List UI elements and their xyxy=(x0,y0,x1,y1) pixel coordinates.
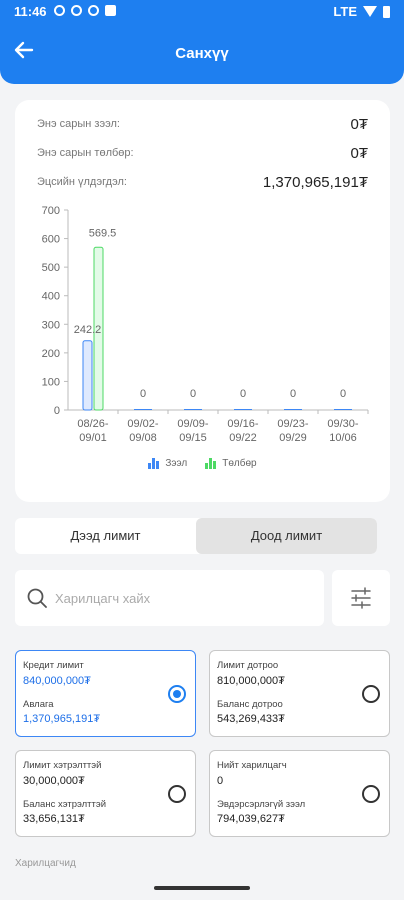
page-title: Санхүү xyxy=(175,45,229,62)
legend-label: Төлбөр xyxy=(222,458,257,469)
radio-button[interactable] xyxy=(168,785,186,803)
section-heading-cut: Харилцагчид xyxy=(15,858,76,869)
legend-item-loan: Зээл xyxy=(148,458,187,469)
info-icon xyxy=(54,5,65,16)
y-tick-label: 600 xyxy=(42,234,60,246)
finance-summary-card: Энэ сарын зээл: 0₮ Энэ сарын төлбөр: 0₮ … xyxy=(15,100,390,502)
data-label-zero: 0 xyxy=(290,388,296,400)
system-nav-bar xyxy=(0,876,404,900)
stat-label: Нийт харилцагч xyxy=(217,760,287,771)
stat-card-credit-limit[interactable]: Кредит лимит 840,000,000₮ Авлага 1,370,9… xyxy=(15,650,196,737)
bar-chart-icon xyxy=(148,458,160,469)
radio-button[interactable] xyxy=(168,685,186,703)
bar-zero xyxy=(134,409,152,410)
search-icon xyxy=(27,588,47,608)
y-tick-label: 400 xyxy=(42,291,60,303)
x-tick-label: 09/02- xyxy=(127,418,159,430)
stat-value: 810,000,000₮ xyxy=(217,675,285,687)
x-tick-label: 08/26- xyxy=(77,418,109,430)
y-tick-label: 200 xyxy=(42,348,60,360)
signal-icon xyxy=(363,6,377,17)
status-bar: 11:46 LTE xyxy=(0,0,404,24)
sliders-icon xyxy=(351,587,371,609)
notification-icons xyxy=(54,5,116,16)
x-tick-label: 09/01 xyxy=(79,432,107,444)
stat-value: 794,039,627₮ xyxy=(217,813,285,825)
stat-label: Кредит лимит xyxy=(23,660,84,671)
stat-card-within-limit[interactable]: Лимит дотроо 810,000,000₮ Баланс дотроо … xyxy=(209,650,390,737)
bar-zero xyxy=(334,409,352,410)
stat-label: Эвдэрсэрлэгүй зээл xyxy=(217,799,306,810)
limit-tabs: Дээд лимит Доод лимит xyxy=(15,518,377,554)
y-tick-label: 500 xyxy=(42,262,60,274)
stat-label: Авлага xyxy=(23,699,54,710)
stat-card-total-customers[interactable]: Нийт харилцагч 0 Эвдэрсэрлэгүй зээл 794,… xyxy=(209,750,390,837)
bar-zero xyxy=(284,409,302,410)
stat-value: 30,000,000₮ xyxy=(23,775,85,787)
x-tick-label: 09/30- xyxy=(327,418,359,430)
vpn-icon xyxy=(71,5,82,16)
x-tick-label: 09/23- xyxy=(277,418,309,430)
stat-label: Баланс хэтрэлттэй xyxy=(23,799,107,810)
x-tick-label: 09/29 xyxy=(279,432,307,444)
battery-icon xyxy=(383,5,390,18)
bar-zero xyxy=(184,409,202,410)
data-label-zero: 0 xyxy=(190,388,196,400)
y-tick-label: 100 xyxy=(42,376,60,388)
data-label-zero: 0 xyxy=(340,388,346,400)
weekly-bar-chart: 0 100 200 300 400 500 600 700 08/26- 09/01 242.2 56… xyxy=(42,205,369,444)
tab-upper-limit[interactable]: Дээд лимит xyxy=(15,518,196,554)
search-box xyxy=(15,570,324,626)
status-right: LTE xyxy=(333,4,390,19)
stat-value: 840,000,000₮ xyxy=(23,675,91,687)
app-header: 11:46 LTE Санхүү xyxy=(0,0,404,84)
search-input[interactable] xyxy=(55,570,315,626)
app-icon xyxy=(105,5,116,16)
y-tick-label: 0 xyxy=(54,405,60,417)
stat-value: 543,269,433₮ xyxy=(217,713,285,725)
chart-legend: Зээл Төлбөр xyxy=(15,458,390,469)
stat-label: Лимит хэтрэлттэй xyxy=(23,760,102,771)
stat-value: 1,370,965,191₮ xyxy=(23,713,101,725)
y-tick-label: 300 xyxy=(42,319,60,331)
stat-label: Лимит дотроо xyxy=(217,660,279,671)
data-label-loan: 242.2 xyxy=(74,324,102,336)
data-label-zero: 0 xyxy=(140,388,146,400)
data-label-zero: 0 xyxy=(240,388,246,400)
x-tick-label: 09/08 xyxy=(129,432,157,444)
x-tick-label: 09/22 xyxy=(229,432,257,444)
filter-button[interactable] xyxy=(332,570,390,626)
home-indicator[interactable] xyxy=(154,886,250,890)
bar-loan xyxy=(82,340,93,411)
legend-item-payment: Төлбөр xyxy=(205,458,257,469)
x-tick-label: 09/15 xyxy=(179,432,207,444)
data-label-payment: 569.5 xyxy=(89,227,117,239)
bar-chart-icon xyxy=(205,458,217,469)
radio-button[interactable] xyxy=(362,685,380,703)
network-type: LTE xyxy=(333,4,357,19)
x-tick-label: 10/06 xyxy=(329,432,357,444)
stat-label: Баланс дотроо xyxy=(217,699,283,710)
x-tick-label: 09/09- xyxy=(177,418,209,430)
shield-icon xyxy=(88,5,99,16)
stat-value: 33,656,131₮ xyxy=(23,813,85,825)
status-time: 11:46 xyxy=(14,4,47,19)
bar-zero xyxy=(234,409,252,410)
x-tick-label: 09/16- xyxy=(227,418,259,430)
stat-card-over-limit[interactable]: Лимит хэтрэлттэй 30,000,000₮ Баланс хэтр… xyxy=(15,750,196,837)
legend-label: Зээл xyxy=(165,458,188,469)
radio-button[interactable] xyxy=(362,785,380,803)
tab-lower-limit[interactable]: Доод лимит xyxy=(196,518,377,554)
y-tick-label: 700 xyxy=(42,205,60,217)
stat-value: 0 xyxy=(217,775,224,787)
